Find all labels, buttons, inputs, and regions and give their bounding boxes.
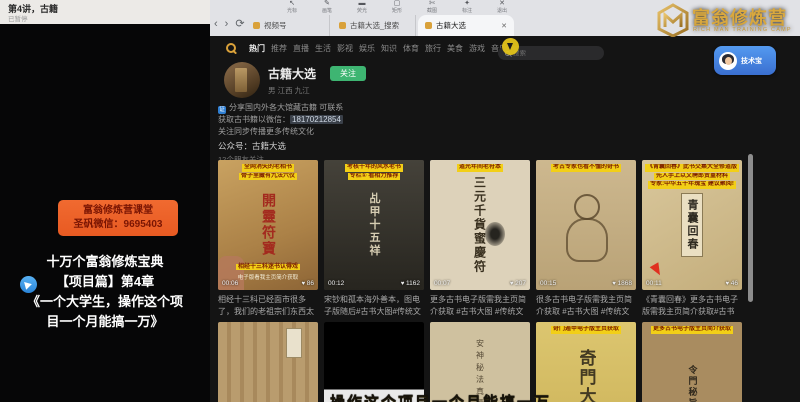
tab-active-profile[interactable]: 古籍大选 ✕: [418, 15, 514, 36]
like-count: 46: [726, 280, 738, 287]
forward-icon[interactable]: ›: [225, 17, 229, 31]
tab-favicon: [339, 22, 346, 29]
chat-bubble-icon: [20, 276, 37, 293]
tab-channels[interactable]: 视频号: [246, 15, 330, 36]
video-cover-warrior-sketch: [536, 160, 636, 290]
category-knowledge[interactable]: 知识: [380, 42, 398, 56]
category-live[interactable]: 直播: [292, 42, 310, 56]
category-hot[interactable]: 热门: [248, 42, 266, 56]
tool-pen[interactable]: ✎画笔: [316, 0, 338, 14]
category-life[interactable]: 生活: [314, 42, 332, 56]
video-card[interactable]: 三元千貨蜜慶符 道光年间老符本 00:07 207: [430, 160, 530, 290]
tab-close-icon[interactable]: ✕: [501, 22, 507, 30]
video-card[interactable]: [218, 322, 318, 402]
video-caption[interactable]: 很多古书电子版需我主页简介获取 #古书大图 #传统文化: [536, 294, 636, 318]
wechat-number: 18170212854: [290, 115, 343, 124]
category-games[interactable]: 游戏: [468, 42, 486, 56]
video-cover-red-seal: 令門秘旨: [642, 322, 742, 402]
contact-badge: 富翁修炼营课堂 圣矾微信：9695403: [58, 200, 178, 236]
profile-name: 古籍大选: [268, 65, 316, 82]
scissors-icon: ✄: [429, 0, 435, 8]
cursor-icon: ↖: [289, 0, 295, 8]
video-card[interactable]: 安神秘法真傳抄本: [430, 322, 530, 402]
like-count: 207: [510, 280, 526, 287]
tool-annotate[interactable]: ✦标注: [456, 0, 478, 14]
video-card[interactable]: [324, 322, 424, 402]
recorder-status: 已暂停: [8, 13, 28, 23]
profile-avatar[interactable]: [224, 62, 260, 98]
channels-logo-icon: [226, 43, 236, 53]
star-icon: ✦: [464, 0, 470, 8]
tab-favicon: [425, 22, 432, 29]
rect-icon: ▢: [394, 0, 401, 8]
video-card[interactable]: 開靈符寶 全网消失的老相书骨子里藏有九法六仪 相经十三科迷书认得戏 电子版看我主…: [218, 160, 318, 290]
annotation-toolbar: ↖光标 ✎画笔 ▬荧光 ▢矩形 ✄截图 ✦标注 ✕退出: [281, 0, 513, 14]
category-food[interactable]: 美食: [446, 42, 464, 56]
video-card[interactable]: 考古专家也看不懂的奇书 00:15 1868: [536, 160, 636, 290]
like-count: 86: [302, 280, 314, 287]
support-badge[interactable]: 技术宝: [714, 46, 776, 75]
presentation-panel: 富翁修炼营课堂 圣矾微信：9695403 十万个富翁修炼宝典 【项目篇】第4章 …: [0, 24, 210, 402]
like-count: 1162: [401, 280, 420, 287]
support-avatar: [719, 52, 737, 70]
search-input[interactable]: [513, 50, 593, 57]
video-cover-manuscript: 安神秘法真傳抄本: [430, 322, 530, 402]
mouse-highlight-cursor-icon: [502, 38, 519, 55]
video-cover: 奇門大全: [536, 322, 636, 402]
category-travel[interactable]: 旅行: [424, 42, 442, 56]
reload-icon[interactable]: ⟳: [235, 17, 244, 31]
tool-rect[interactable]: ▢矩形: [386, 0, 408, 14]
browser-window: ‹ › ⟳ 视频号 古籍大选_搜索 古籍大选 ✕: [210, 0, 800, 402]
tool-screenshot[interactable]: ✄截图: [421, 0, 443, 14]
scrollbar-thumb[interactable]: [748, 154, 753, 302]
tool-cursor[interactable]: ↖光标: [281, 0, 303, 14]
tool-highlighter[interactable]: ▬荧光: [351, 0, 373, 14]
video-card[interactable]: 奇門大全 奇门遁甲电子版主页获取: [536, 322, 636, 402]
video-caption[interactable]: 相经十三科已经面市很多了，我们的老祖宗们东西太多了，慢…: [218, 294, 318, 318]
tab-search[interactable]: 古籍大选_搜索: [332, 15, 416, 36]
profile-bio-line3: 关注同步传播更多传统文化: [218, 127, 314, 137]
official-account-link[interactable]: 公众号：古籍大选: [218, 140, 286, 152]
category-recommend[interactable]: 推荐: [270, 42, 288, 56]
profile-meta: 男 江西 九江: [268, 85, 310, 96]
video-duration: 00:12: [328, 280, 344, 287]
like-count: 1868: [612, 280, 632, 287]
pen-icon: ✎: [324, 0, 330, 8]
watermark: 富翁修炼营 RICH MAN TRAINING CAMP: [656, 2, 798, 42]
video-cover: 三元千貨蜜慶符: [430, 160, 530, 290]
profile-bio-line2: 获取古书籍以微信：18170212854: [218, 115, 343, 125]
video-duration: 00:15: [540, 280, 556, 287]
close-icon: ✕: [499, 0, 505, 8]
video-duration: 00:11: [646, 280, 662, 287]
video-cover-taiji-icon: [324, 322, 424, 402]
video-card[interactable]: 青囊回春 《青囊回春》此书交集大全修道版先人手上以文聘郎贵重材料专家:中华五千年…: [642, 160, 742, 290]
video-caption[interactable]: 更多古书电子版需我主页简介获取 #古书大图 #传统文化: [430, 294, 530, 318]
video-duration: 00:07: [434, 280, 450, 287]
verified-icon: 证: [218, 106, 226, 114]
clipped-subtitle: 操作这个项目一个月能搞一万: [330, 393, 580, 402]
category-sports[interactable]: 体育: [402, 42, 420, 56]
watermark-logo-icon: [656, 3, 690, 37]
browser-nav-buttons: ‹ › ⟳: [214, 17, 245, 31]
video-card[interactable]: 乩甲十五祥 考核千年的风水老书专栏① 看相力推荐 00:12 1162: [324, 160, 424, 290]
tool-exit[interactable]: ✕退出: [491, 0, 513, 14]
channels-page: 热门 推荐 直播 生活 影视 娱乐 知识 体育 旅行 美食 游戏 音乐: [210, 36, 800, 402]
profile-bio-line1: 证分享国内外各大馆藏古籍 可联系: [218, 103, 343, 114]
video-cover-book-stack: [218, 322, 318, 402]
highlighter-icon: ▬: [359, 0, 366, 8]
tab-favicon: [253, 22, 260, 29]
video-caption[interactable]: 《青囊回春》更多古书电子版需我主页简介获取#古书大图 #传统文化: [642, 294, 742, 318]
back-icon[interactable]: ‹: [214, 17, 218, 31]
screen: 第4讲，古籍 已暂停 ↖光标 ✎画笔 ▬荧光 ▢矩形 ✄截图 ✦标注 ✕退出 ‹…: [0, 0, 800, 402]
video-card[interactable]: 令門秘旨 更多古书电子版主页简介获取: [642, 322, 742, 402]
video-caption[interactable]: 宋钞和孤本海外善本，图电子版随后#古书大图#传统文化: [324, 294, 424, 318]
follow-button[interactable]: 关注: [330, 66, 366, 81]
category-movies[interactable]: 影视: [336, 42, 354, 56]
video-duration: 00:06: [222, 280, 238, 287]
category-entertainment[interactable]: 娱乐: [358, 42, 376, 56]
